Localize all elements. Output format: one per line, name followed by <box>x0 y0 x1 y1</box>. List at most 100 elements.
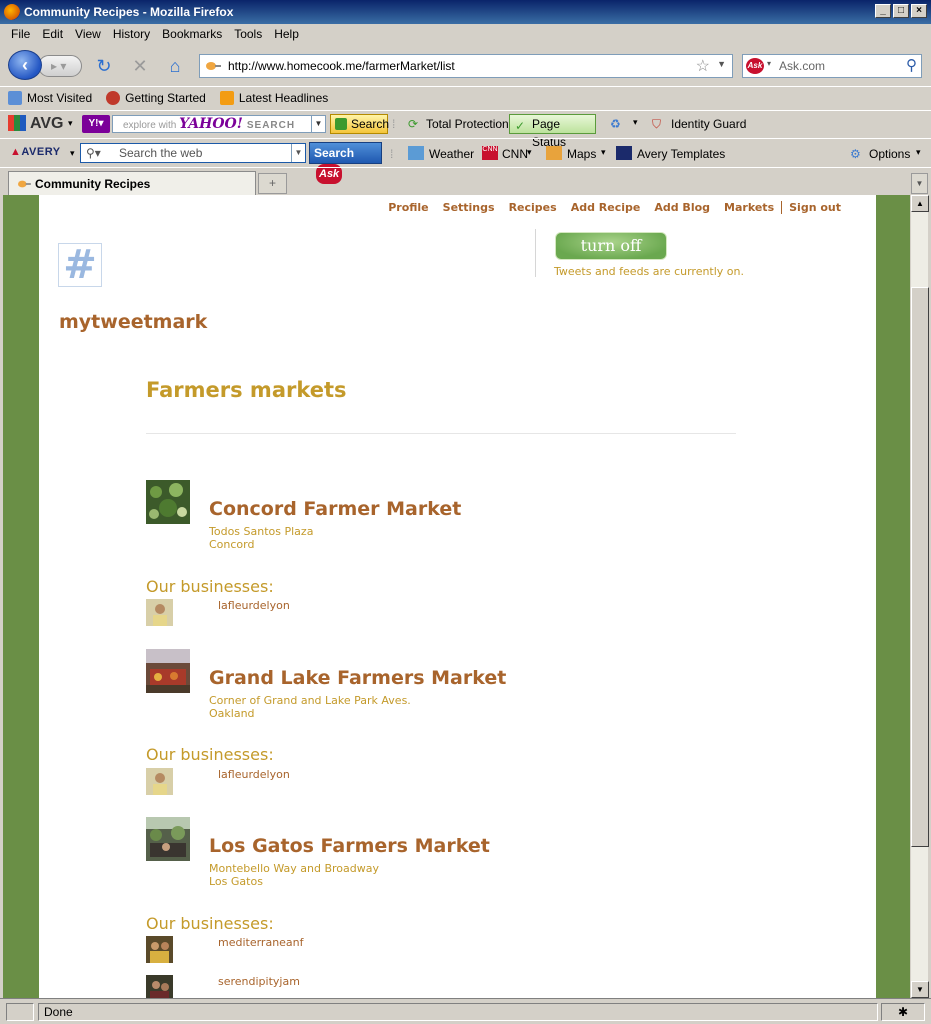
page-title: Farmers markets <box>146 378 347 402</box>
menu-view[interactable]: View <box>70 27 108 41</box>
market-name[interactable]: Concord Farmer Market <box>209 498 461 520</box>
nav-add-blog-link[interactable]: Add Blog <box>647 201 717 214</box>
weather-button[interactable]: Weather <box>429 147 474 161</box>
url-dropdown-icon[interactable]: ▼ <box>717 59 726 69</box>
business-name[interactable]: serendipityjam <box>218 975 300 988</box>
menu-history[interactable]: History <box>108 27 157 41</box>
recycle-dropdown-icon[interactable]: ▾ <box>633 117 638 128</box>
nav-recipes-link[interactable]: Recipes <box>502 201 564 214</box>
tab-favicon-icon <box>18 180 31 188</box>
market-photo[interactable] <box>146 817 190 861</box>
home-icon[interactable]: ⌂ <box>165 56 185 76</box>
content-viewport: Profile Settings Recipes Add Recipe Add … <box>3 195 910 998</box>
back-button[interactable]: ‹ <box>8 50 42 80</box>
menu-bar: File Edit View History Bookmarks Tools H… <box>0 24 931 44</box>
bookmark-star-icon[interactable]: ☆ <box>696 56 710 76</box>
options-dropdown-icon[interactable]: ▾ <box>916 147 921 158</box>
window-title: Community Recipes - Mozilla Firefox <box>24 5 234 19</box>
menu-help[interactable]: Help <box>269 27 306 41</box>
close-button[interactable]: × <box>911 4 927 18</box>
maps-button[interactable]: Maps <box>567 147 596 161</box>
business-name[interactable]: lafleurdelyon <box>218 599 290 612</box>
business-item: mediterraneanf <box>146 936 446 964</box>
bookmark-most-visited[interactable]: Most Visited <box>8 90 92 105</box>
vertical-scrollbar[interactable]: ▲ ▼ <box>910 195 929 998</box>
nav-markets-link[interactable]: Markets <box>717 201 781 214</box>
stop-icon[interactable]: ✕ <box>130 56 150 76</box>
new-tab-button[interactable]: + <box>258 173 287 194</box>
bookmark-getting-started[interactable]: Getting Started <box>106 90 206 105</box>
yahoo-search-input[interactable]: explore with YAHOO! SEARCH ▼ <box>112 115 326 133</box>
market-city: Concord <box>209 538 255 551</box>
most-visited-icon <box>8 90 22 105</box>
forward-button[interactable]: ▸ ▾ <box>38 55 82 77</box>
market-photo[interactable] <box>146 649 190 693</box>
nav-add-recipe-link[interactable]: Add Recipe <box>564 201 648 214</box>
avery-logo[interactable]: ▲AVERY <box>10 146 61 158</box>
ask-search-input[interactable]: ⚲▾ Search the web ▼ <box>80 143 306 163</box>
scroll-down-button[interactable]: ▼ <box>911 981 929 998</box>
ask-search-button[interactable]: SearchAsk <box>309 142 382 184</box>
avg-toolbar: AVG ▾ Y!▾ explore with YAHOO! SEARCH ▼ Se… <box>0 110 931 149</box>
avg-logo[interactable]: AVG <box>8 115 63 133</box>
identity-guard-button[interactable]: Identity Guard <box>671 117 746 131</box>
nav-settings-link[interactable]: Settings <box>436 201 502 214</box>
status-addon-icon[interactable]: ✱ <box>881 1003 925 1021</box>
scroll-up-button[interactable]: ▲ <box>911 195 929 212</box>
reload-icon[interactable]: ↻ <box>94 56 114 76</box>
identity-guard-icon: ⛉ <box>652 117 662 131</box>
tab-community-recipes[interactable]: Community Recipes <box>8 171 256 196</box>
maps-icon <box>546 146 562 160</box>
market-city: Oakland <box>209 707 255 720</box>
yahoo-dropdown-icon[interactable]: ▼ <box>311 116 325 132</box>
nav-profile-link[interactable]: Profile <box>381 201 435 214</box>
avery-templates-button[interactable]: Avery Templates <box>637 147 725 161</box>
cnn-dropdown-icon[interactable]: ▾ <box>527 147 532 158</box>
ask-input-dropdown-icon[interactable]: ▼ <box>291 144 305 162</box>
cnn-icon: CNN <box>482 146 498 160</box>
business-name[interactable]: lafleurdelyon <box>218 768 290 781</box>
engine-dropdown-icon[interactable]: ▾ <box>767 59 771 68</box>
status-indicator-icon <box>6 1003 34 1021</box>
business-name[interactable]: mediterraneanf <box>218 936 304 949</box>
url-bar[interactable]: http://www.homecook.me/farmerMarket/list… <box>199 54 733 78</box>
maximize-button[interactable]: □ <box>893 4 909 18</box>
maps-dropdown-icon[interactable]: ▾ <box>601 147 606 158</box>
business-avatar[interactable] <box>146 936 173 963</box>
business-item: lafleurdelyon <box>146 768 446 796</box>
top-navigation: Profile Settings Recipes Add Recipe Add … <box>381 201 848 214</box>
market-name[interactable]: Grand Lake Farmers Market <box>209 667 506 689</box>
yahoo-button[interactable]: Y!▾ <box>82 115 110 133</box>
menu-edit[interactable]: Edit <box>37 27 70 41</box>
avery-dropdown-icon[interactable]: ▾ <box>70 148 75 159</box>
avg-menu-dropdown-icon[interactable]: ▾ <box>68 118 73 129</box>
username[interactable]: mytweetmark <box>59 311 207 333</box>
minimize-button[interactable]: _ <box>875 4 891 18</box>
market-photo[interactable] <box>146 480 190 524</box>
nav-sign-out-link[interactable]: Sign out <box>781 201 848 214</box>
list-all-tabs-button[interactable]: ▼ <box>911 173 928 194</box>
options-button[interactable]: Options <box>869 147 910 161</box>
bookmark-latest-headlines[interactable]: Latest Headlines <box>219 90 328 105</box>
business-avatar[interactable] <box>146 599 173 626</box>
avg-search-button[interactable]: Search <box>330 114 389 134</box>
turn-off-button[interactable]: turn off <box>555 232 667 260</box>
recycle-icon[interactable]: ♻ <box>610 117 621 131</box>
business-avatar[interactable] <box>146 768 173 795</box>
scroll-thumb[interactable] <box>911 287 929 847</box>
business-avatar[interactable] <box>146 975 173 998</box>
status-bar: Done ✱ <box>0 998 931 1024</box>
ask-engine-icon[interactable]: Ask <box>746 58 764 74</box>
menu-bookmarks[interactable]: Bookmarks <box>157 27 229 41</box>
menu-tools[interactable]: Tools <box>229 27 269 41</box>
cnn-button[interactable]: CNN <box>502 147 528 161</box>
url-text: http://www.homecook.me/farmerMarket/list <box>228 59 455 73</box>
firefox-icon <box>4 4 20 20</box>
search-box[interactable]: Ask ▾ Ask.com ⚲ <box>742 54 922 78</box>
menu-file[interactable]: File <box>6 27 37 41</box>
options-gear-icon: ⚙ <box>850 147 861 161</box>
page-status-button[interactable]: ✓ Page Status <box>509 114 596 149</box>
search-icon[interactable]: ⚲ <box>906 56 917 74</box>
total-protection-button[interactable]: Total Protection <box>426 117 509 131</box>
market-name[interactable]: Los Gatos Farmers Market <box>209 835 490 857</box>
